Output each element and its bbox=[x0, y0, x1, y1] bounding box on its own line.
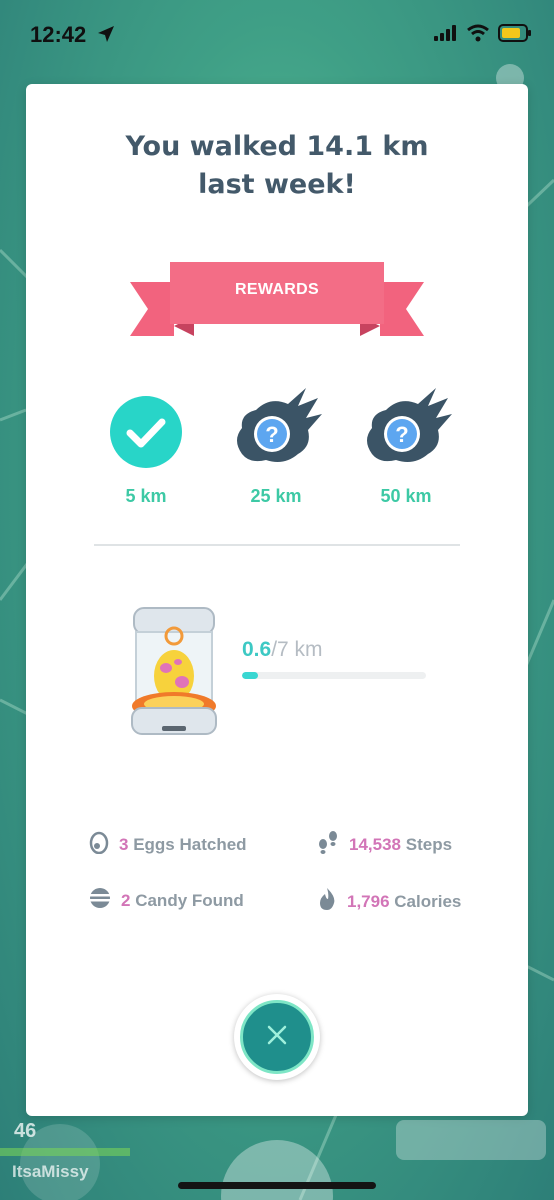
rewards-banner-label: REWARDS bbox=[235, 281, 319, 298]
footprints-icon bbox=[316, 830, 340, 859]
reward-label: 5 km bbox=[125, 486, 167, 506]
calories-label: Calories bbox=[394, 891, 462, 911]
headline: You walked 14.1 km last week! bbox=[26, 128, 528, 204]
location-arrow-icon bbox=[96, 24, 116, 48]
battery-icon bbox=[498, 24, 532, 46]
status-time: 12:42 bbox=[30, 22, 87, 47]
egg-progress-text: 0.6/7 km bbox=[242, 638, 426, 662]
status-bar: 12:42 bbox=[0, 0, 554, 72]
stat-calories: 1,796 Calories bbox=[316, 886, 461, 917]
close-icon[interactable] bbox=[265, 1023, 289, 1051]
player-level: 46 bbox=[14, 1120, 37, 1142]
player-name: ItsaMissy bbox=[12, 1162, 89, 1181]
rewards-ribbon bbox=[130, 262, 424, 336]
mystery-reward-icon: ? bbox=[356, 384, 456, 480]
egg-icon bbox=[88, 830, 110, 859]
checkmark-circle-icon bbox=[96, 384, 196, 480]
steps-label: Steps bbox=[405, 834, 453, 854]
headline-line-2: last week! bbox=[198, 169, 356, 200]
egg-distance-total: /7 km bbox=[271, 638, 323, 661]
mystery-reward-icon: ? bbox=[226, 384, 326, 480]
reward-5km: 5 km bbox=[86, 384, 206, 507]
wifi-icon bbox=[466, 24, 490, 46]
calories-count: 1,796 bbox=[347, 891, 390, 911]
reward-label: 50 km bbox=[380, 486, 432, 506]
cellular-signal-icon bbox=[434, 25, 458, 45]
reward-25km: ? 25 km bbox=[216, 384, 336, 507]
close-button-inner[interactable] bbox=[240, 1000, 314, 1074]
steps-count: 14,538 bbox=[349, 834, 401, 854]
svg-text:?: ? bbox=[265, 422, 278, 447]
candy-label: Candy Found bbox=[135, 890, 244, 910]
headline-line-1: You walked 14.1 km bbox=[125, 131, 429, 162]
svg-text:?: ? bbox=[395, 422, 408, 447]
stat-steps: 14,538 Steps bbox=[316, 830, 452, 859]
egg-incubator-icon bbox=[131, 607, 217, 735]
egg-progress: 0.6/7 km bbox=[242, 638, 426, 679]
divider bbox=[94, 544, 460, 546]
weekly-summary-card: You walked 14.1 km last week! REWARDS 5 … bbox=[26, 84, 528, 1116]
egg-progress-fill bbox=[242, 672, 258, 679]
reward-label: 25 km bbox=[250, 486, 302, 506]
stat-candy-found: 2 Candy Found bbox=[88, 886, 244, 915]
home-indicator[interactable] bbox=[178, 1182, 376, 1189]
close-button[interactable] bbox=[234, 994, 320, 1080]
candy-count: 2 bbox=[121, 890, 131, 910]
eggs-hatched-count: 3 bbox=[119, 834, 129, 854]
reward-50km: ? 50 km bbox=[346, 384, 466, 507]
candy-icon bbox=[88, 886, 112, 915]
egg-progress-bar bbox=[242, 672, 426, 679]
egg-distance-walked: 0.6 bbox=[242, 638, 272, 661]
eggs-hatched-label: Eggs Hatched bbox=[133, 834, 247, 854]
flame-icon bbox=[316, 886, 338, 917]
stat-eggs-hatched: 3 Eggs Hatched bbox=[88, 830, 247, 859]
